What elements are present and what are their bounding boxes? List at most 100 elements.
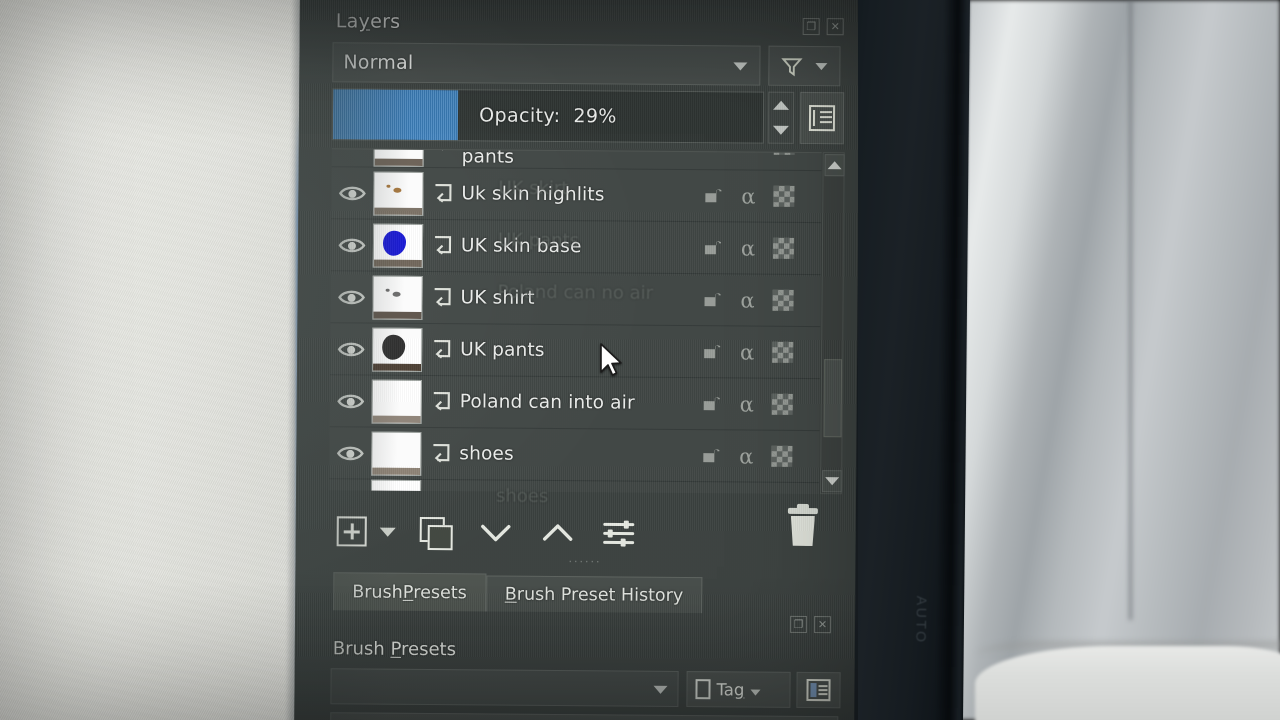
layer-name[interactable]: shoes bbox=[459, 443, 701, 466]
stepper-down-icon[interactable] bbox=[772, 125, 789, 135]
layer-list[interactable]: pants α Uk skin highlits α UK skin base … bbox=[329, 148, 822, 495]
brush-presets-docker: Brush Presets Brush Preset History ❐ ✕ B… bbox=[324, 572, 845, 720]
close-docker-button[interactable]: ✕ bbox=[813, 616, 832, 634]
layer-visibility-toggle[interactable] bbox=[330, 375, 372, 427]
layer-properties-toggle[interactable] bbox=[799, 91, 845, 145]
alpha-lock-checker-icon[interactable] bbox=[771, 445, 793, 467]
layer-visibility-toggle[interactable] bbox=[331, 219, 373, 271]
table-row[interactable]: Poland can into air α bbox=[329, 375, 820, 432]
inherit-alpha-button[interactable] bbox=[422, 323, 460, 375]
layer-visibility-toggle[interactable] bbox=[329, 479, 371, 494]
layer-properties-button[interactable] bbox=[589, 508, 649, 558]
layer-name[interactable]: UK shirt bbox=[460, 287, 702, 310]
layer-thumbnail[interactable] bbox=[372, 223, 424, 268]
delete-layer-button[interactable] bbox=[787, 503, 819, 548]
layer-lock-button[interactable] bbox=[702, 340, 722, 364]
add-layer-dropdown[interactable] bbox=[375, 507, 405, 557]
triangle-up-icon bbox=[827, 161, 842, 170]
layer-filter-button[interactable] bbox=[768, 45, 841, 87]
layer-thumbnail[interactable] bbox=[372, 275, 423, 320]
layer-lock-button[interactable] bbox=[704, 148, 724, 155]
toolbar-drag-handle[interactable]: ...... bbox=[568, 552, 601, 565]
inherit-alpha-button[interactable] bbox=[421, 427, 459, 479]
alpha-inheritance-icon[interactable]: α bbox=[736, 392, 758, 416]
layer-visibility-toggle[interactable] bbox=[330, 323, 372, 375]
alpha-inheritance-icon[interactable]: α bbox=[736, 340, 758, 364]
layer-thumbnail[interactable] bbox=[371, 379, 422, 424]
float-docker-button[interactable]: ❐ bbox=[802, 17, 820, 36]
inherit-alpha-button[interactable] bbox=[422, 375, 460, 427]
layer-thumbnail[interactable] bbox=[373, 148, 424, 167]
alpha-lock-checker-icon[interactable] bbox=[772, 341, 794, 363]
float-docker-button[interactable]: ❐ bbox=[789, 615, 808, 634]
brush-presets-options-button[interactable] bbox=[796, 671, 841, 709]
layer-row-icons: α bbox=[702, 274, 820, 327]
layer-lock-button[interactable] bbox=[702, 392, 722, 416]
blend-mode-select[interactable]: Normal bbox=[332, 42, 761, 86]
krita-canvas-area[interactable] bbox=[0, 0, 310, 720]
layer-name[interactable]: Uk skin highlits bbox=[461, 183, 703, 206]
scroll-down-button[interactable] bbox=[822, 470, 843, 493]
move-layer-up-button[interactable] bbox=[527, 508, 589, 558]
padlock-open-icon bbox=[705, 188, 722, 202]
table-row[interactable]: Uk skin highlits α bbox=[331, 167, 822, 224]
layer-lock-button[interactable] bbox=[701, 444, 721, 468]
alpha-lock-checker-icon[interactable] bbox=[771, 393, 793, 415]
layer-thumbnail[interactable] bbox=[371, 327, 423, 372]
layer-visibility-toggle[interactable] bbox=[329, 427, 371, 479]
trash-icon bbox=[791, 516, 815, 546]
alpha-lock-checker-icon[interactable] bbox=[772, 289, 794, 311]
alpha-inheritance-icon[interactable]: α bbox=[735, 444, 757, 468]
inherit-alpha-button[interactable] bbox=[421, 480, 459, 494]
layer-visibility-toggle[interactable] bbox=[332, 148, 374, 166]
scrollbar-thumb[interactable] bbox=[823, 359, 843, 438]
inherit-alpha-button[interactable] bbox=[422, 271, 460, 323]
move-layer-down-button[interactable] bbox=[465, 507, 527, 557]
layer-name[interactable]: pants bbox=[462, 148, 704, 169]
layer-thumbnail[interactable] bbox=[371, 431, 422, 476]
layer-name[interactable]: UK skin base bbox=[461, 235, 703, 258]
alpha-lock-checker-icon[interactable] bbox=[773, 148, 795, 155]
brush-presets-select[interactable] bbox=[330, 668, 679, 707]
table-row[interactable]: UK pants α bbox=[329, 323, 821, 380]
table-row[interactable]: UK shirt α bbox=[330, 271, 821, 328]
padlock-open-icon bbox=[703, 448, 720, 462]
layer-lock-button[interactable] bbox=[703, 184, 723, 208]
alpha-lock-checker-icon[interactable] bbox=[773, 185, 795, 207]
tab-brush-preset-history[interactable]: Brush Preset History bbox=[485, 575, 703, 614]
brush-presets-filter-field[interactable]: All bbox=[330, 712, 839, 720]
layer-visibility-toggle[interactable] bbox=[330, 271, 372, 323]
duplicate-layer-button[interactable] bbox=[405, 507, 465, 557]
inherit-alpha-button[interactable] bbox=[423, 167, 461, 219]
table-row[interactable]: shoes α bbox=[329, 427, 820, 484]
alpha-inheritance-icon[interactable]: α bbox=[738, 148, 760, 155]
alpha-inheritance-icon[interactable]: α bbox=[737, 184, 759, 208]
layer-thumbnail[interactable] bbox=[373, 171, 424, 216]
alpha-inheritance-icon[interactable]: α bbox=[736, 288, 758, 312]
layer-name[interactable]: UK pants bbox=[460, 339, 702, 362]
layer-lock-button[interactable] bbox=[703, 236, 723, 260]
layer-thumbnail[interactable] bbox=[370, 479, 422, 495]
layer-list-scrollbar[interactable] bbox=[820, 152, 845, 495]
table-row[interactable]: UK skin base α bbox=[330, 219, 822, 276]
opacity-stepper[interactable] bbox=[767, 91, 795, 144]
add-layer-button[interactable] bbox=[329, 506, 375, 556]
white-table bbox=[975, 646, 1280, 720]
stepper-up-icon[interactable] bbox=[773, 100, 790, 110]
tag-button[interactable]: Tag bbox=[686, 671, 791, 708]
layer-lock-button[interactable] bbox=[702, 288, 722, 312]
opacity-slider[interactable]: Opacity: 29% bbox=[331, 88, 765, 144]
docker-window-buttons: ❐ ✕ bbox=[802, 17, 844, 36]
layer-name[interactable]: Poland can into air bbox=[460, 391, 702, 414]
alpha-inheritance-icon[interactable]: α bbox=[737, 236, 759, 260]
close-docker-button[interactable]: ✕ bbox=[826, 18, 844, 36]
layer-visibility-toggle[interactable] bbox=[331, 167, 373, 219]
funnel-icon bbox=[781, 58, 803, 77]
inherit-alpha-button[interactable] bbox=[424, 148, 462, 167]
inherit-alpha-button[interactable] bbox=[423, 219, 461, 271]
inherit-alpha-icon bbox=[434, 288, 451, 307]
tab-brush-presets[interactable]: Brush Presets bbox=[333, 572, 486, 612]
scroll-up-button[interactable] bbox=[824, 154, 845, 177]
alpha-lock-checker-icon[interactable] bbox=[772, 237, 795, 259]
plus-box-icon bbox=[336, 516, 367, 547]
